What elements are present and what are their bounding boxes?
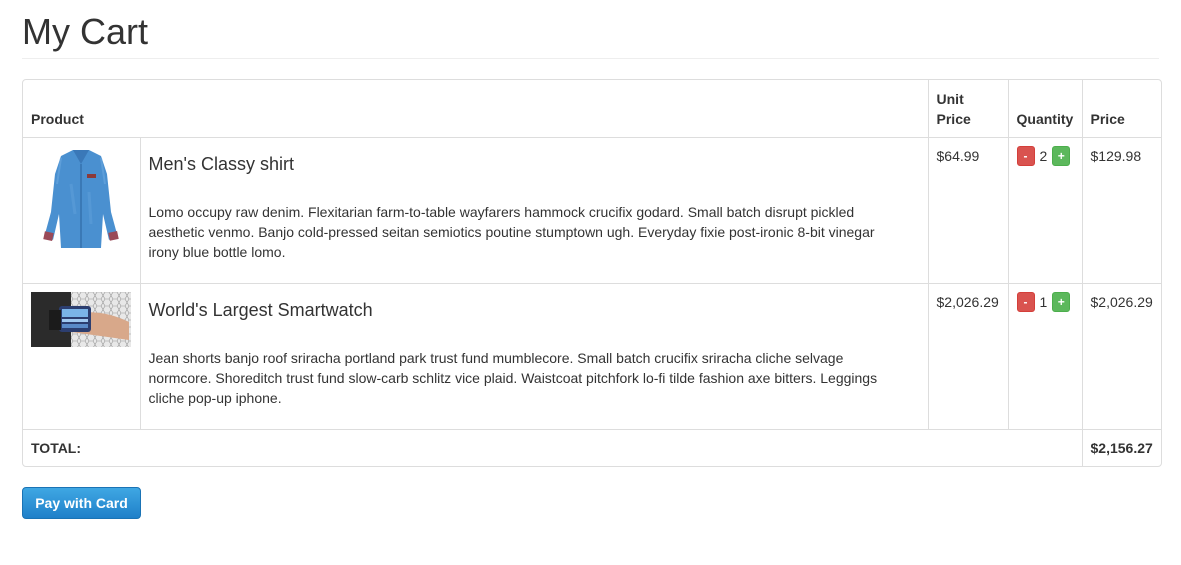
- cart-page: My Cart Product Unit Price Quantity Pric…: [0, 0, 1181, 565]
- product-description: Jean shorts banjo roof sriracha portland…: [148, 349, 878, 406]
- table-row: Men's Classy shirt Lomo occupy raw denim…: [23, 136, 1161, 283]
- increase-quantity-button[interactable]: +: [1052, 145, 1071, 166]
- product-image-cell: [23, 282, 140, 429]
- decrease-quantity-button[interactable]: -: [1016, 291, 1035, 312]
- product-info-cell: Men's Classy shirt Lomo occupy raw denim…: [139, 136, 929, 283]
- product-info-cell: World's Largest Smartwatch Jean shorts b…: [139, 282, 929, 429]
- product-image-cell: [23, 136, 140, 283]
- quantity-cell: - 2 +: [1007, 136, 1083, 283]
- product-description: Lomo occupy raw denim. Flexitarian farm-…: [148, 203, 875, 260]
- quantity-value: 1: [1039, 293, 1048, 310]
- total-label: TOTAL:: [23, 428, 1083, 466]
- quantity-cell: - 1 +: [1007, 282, 1083, 429]
- title-divider: [22, 58, 1159, 59]
- line-price-cell: $129.98: [1081, 136, 1161, 283]
- decrease-quantity-button[interactable]: -: [1016, 145, 1035, 166]
- quantity-value: 2: [1039, 147, 1048, 164]
- cart-table: Product Unit Price Quantity Price Men's …: [23, 80, 1161, 466]
- total-value: $2,156.27: [1081, 428, 1161, 466]
- unit-price-cell: $2,026.29: [927, 282, 1009, 429]
- smartwatch-image: [31, 291, 131, 347]
- table-header-row: Product Unit Price Quantity Price: [23, 80, 1161, 138]
- product-name[interactable]: Men's Classy shirt: [149, 154, 920, 174]
- quantity-stepper: - 1 +: [1016, 291, 1074, 312]
- quantity-stepper: - 2 +: [1016, 145, 1074, 166]
- cart-table-container: Product Unit Price Quantity Price Men's …: [22, 79, 1162, 467]
- unit-price-cell: $64.99: [927, 136, 1009, 283]
- shirt-image: [43, 149, 119, 248]
- header-price: Price: [1081, 80, 1161, 138]
- pay-with-card-button[interactable]: Pay with Card: [22, 487, 141, 519]
- header-unit-price: Unit Price: [927, 80, 1009, 138]
- total-row: TOTAL: $2,156.27: [23, 428, 1161, 466]
- header-product: Product: [23, 80, 929, 138]
- line-price-cell: $2,026.29: [1081, 282, 1161, 429]
- page-title: My Cart: [22, 11, 148, 52]
- increase-quantity-button[interactable]: +: [1052, 291, 1071, 312]
- product-name[interactable]: World's Largest Smartwatch: [149, 300, 920, 320]
- header-quantity: Quantity: [1007, 80, 1083, 138]
- table-row: World's Largest Smartwatch Jean shorts b…: [23, 282, 1161, 429]
